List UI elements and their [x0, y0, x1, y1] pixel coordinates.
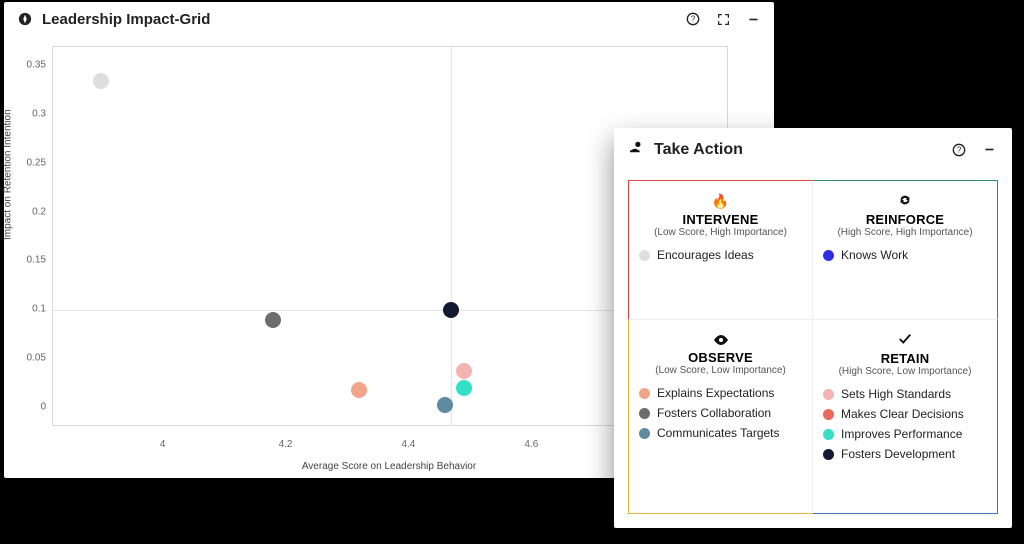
svg-text:?: ? — [957, 145, 962, 154]
compass-icon — [16, 10, 34, 28]
y-tick-label: 0.3 — [20, 109, 46, 120]
list-item-label: Fosters Development — [841, 447, 955, 461]
quadrant-title: REINFORCE — [823, 212, 987, 227]
x-tick-label: 4 — [160, 439, 166, 450]
legend-dot — [639, 250, 650, 261]
quadrant-list: Knows Work — [823, 248, 987, 262]
quadrant-grid: 🔥 INTERVENE (Low Score, High Importance)… — [628, 180, 998, 514]
quadrant-title: OBSERVE — [639, 350, 802, 365]
action-card-title: Take Action — [654, 141, 743, 159]
quadrant-retain: RETAIN (High Score, Low Importance) Sets… — [813, 320, 998, 514]
list-item-label: Explains Expectations — [657, 386, 774, 400]
x-axis-label: Average Score on Leadership Behavior — [302, 461, 476, 472]
list-item[interactable]: Encourages Ideas — [639, 248, 802, 262]
list-item-label: Knows Work — [841, 248, 908, 262]
quadrant-subtitle: (Low Score, High Importance) — [639, 227, 802, 238]
list-item[interactable]: Makes Clear Decisions — [823, 407, 987, 421]
list-item-label: Fosters Collaboration — [657, 406, 771, 420]
list-item-label: Encourages Ideas — [657, 248, 754, 262]
y-tick-label: 0.25 — [20, 157, 46, 168]
data-point[interactable] — [265, 312, 281, 328]
y-axis-label: Impact on Retention Intention — [3, 109, 14, 240]
legend-dot — [639, 428, 650, 439]
list-item-label: Sets High Standards — [841, 387, 951, 401]
help-icon[interactable]: ? — [950, 141, 968, 159]
legend-dot — [823, 409, 834, 420]
card-header: Leadership Impact-Grid ? — [4, 2, 774, 32]
grid-line-vertical — [451, 47, 452, 426]
quadrant-list: Explains Expectations Fosters Collaborati… — [639, 386, 802, 440]
legend-dot — [639, 388, 650, 399]
quadrant-reinforce: REINFORCE (High Score, High Importance) … — [813, 180, 998, 320]
legend-dot — [823, 389, 834, 400]
y-tick-label: 0.35 — [20, 60, 46, 71]
minimize-icon[interactable] — [744, 10, 762, 28]
minimize-icon[interactable] — [980, 141, 998, 159]
help-icon[interactable]: ? — [684, 10, 702, 28]
quadrant-subtitle: (Low Score, Low Importance) — [639, 365, 802, 376]
list-item[interactable]: Sets High Standards — [823, 387, 987, 401]
cycle-icon — [823, 193, 987, 210]
data-point[interactable] — [456, 363, 472, 379]
data-point[interactable] — [443, 302, 459, 318]
action-card-header: Take Action ? — [614, 128, 1012, 167]
legend-dot — [823, 449, 834, 460]
data-point[interactable] — [93, 73, 109, 89]
x-tick-label: 4.6 — [524, 439, 538, 450]
data-point[interactable] — [351, 382, 367, 398]
list-item[interactable]: Improves Performance — [823, 427, 987, 441]
quadrant-observe: OBSERVE (Low Score, Low Importance) Expl… — [628, 320, 813, 514]
take-action-card: Take Action ? 🔥 INTERVENE (Low Score, Hi… — [614, 128, 1012, 528]
x-tick-label: 4.4 — [401, 439, 415, 450]
list-item-label: Communicates Targets — [657, 426, 780, 440]
svg-text:?: ? — [691, 15, 696, 24]
fire-icon: 🔥 — [639, 193, 802, 210]
data-point[interactable] — [437, 397, 453, 413]
x-tick-label: 4.2 — [279, 439, 293, 450]
card-title: Leadership Impact-Grid — [42, 11, 210, 28]
list-item-label: Improves Performance — [841, 427, 962, 441]
eye-icon — [639, 332, 802, 348]
list-item[interactable]: Fosters Development — [823, 447, 987, 461]
y-tick-label: 0.2 — [20, 206, 46, 217]
check-icon — [823, 332, 987, 349]
data-point[interactable] — [456, 380, 472, 396]
y-tick-label: 0 — [20, 401, 46, 412]
list-item[interactable]: Communicates Targets — [639, 426, 802, 440]
quadrant-list: Encourages Ideas — [639, 248, 802, 262]
legend-dot — [823, 429, 834, 440]
quadrant-subtitle: (High Score, Low Importance) — [823, 366, 987, 377]
list-item[interactable]: Fosters Collaboration — [639, 406, 802, 420]
legend-dot — [639, 408, 650, 419]
quadrant-title: INTERVENE — [639, 212, 802, 227]
y-tick-label: 0.15 — [20, 255, 46, 266]
quadrant-intervene: 🔥 INTERVENE (Low Score, High Importance)… — [628, 180, 813, 320]
legend-dot — [823, 250, 834, 261]
y-tick-label: 0.05 — [20, 352, 46, 363]
fullscreen-icon[interactable] — [714, 10, 732, 28]
list-item[interactable]: Knows Work — [823, 248, 987, 262]
quadrant-title: RETAIN — [823, 351, 987, 366]
list-item[interactable]: Explains Expectations — [639, 386, 802, 400]
y-tick-label: 0.1 — [20, 304, 46, 315]
hand-holding-icon — [628, 140, 646, 159]
quadrant-subtitle: (High Score, High Importance) — [823, 227, 987, 238]
list-item-label: Makes Clear Decisions — [841, 407, 964, 421]
quadrant-list: Sets High Standards Makes Clear Decisions… — [823, 387, 987, 461]
